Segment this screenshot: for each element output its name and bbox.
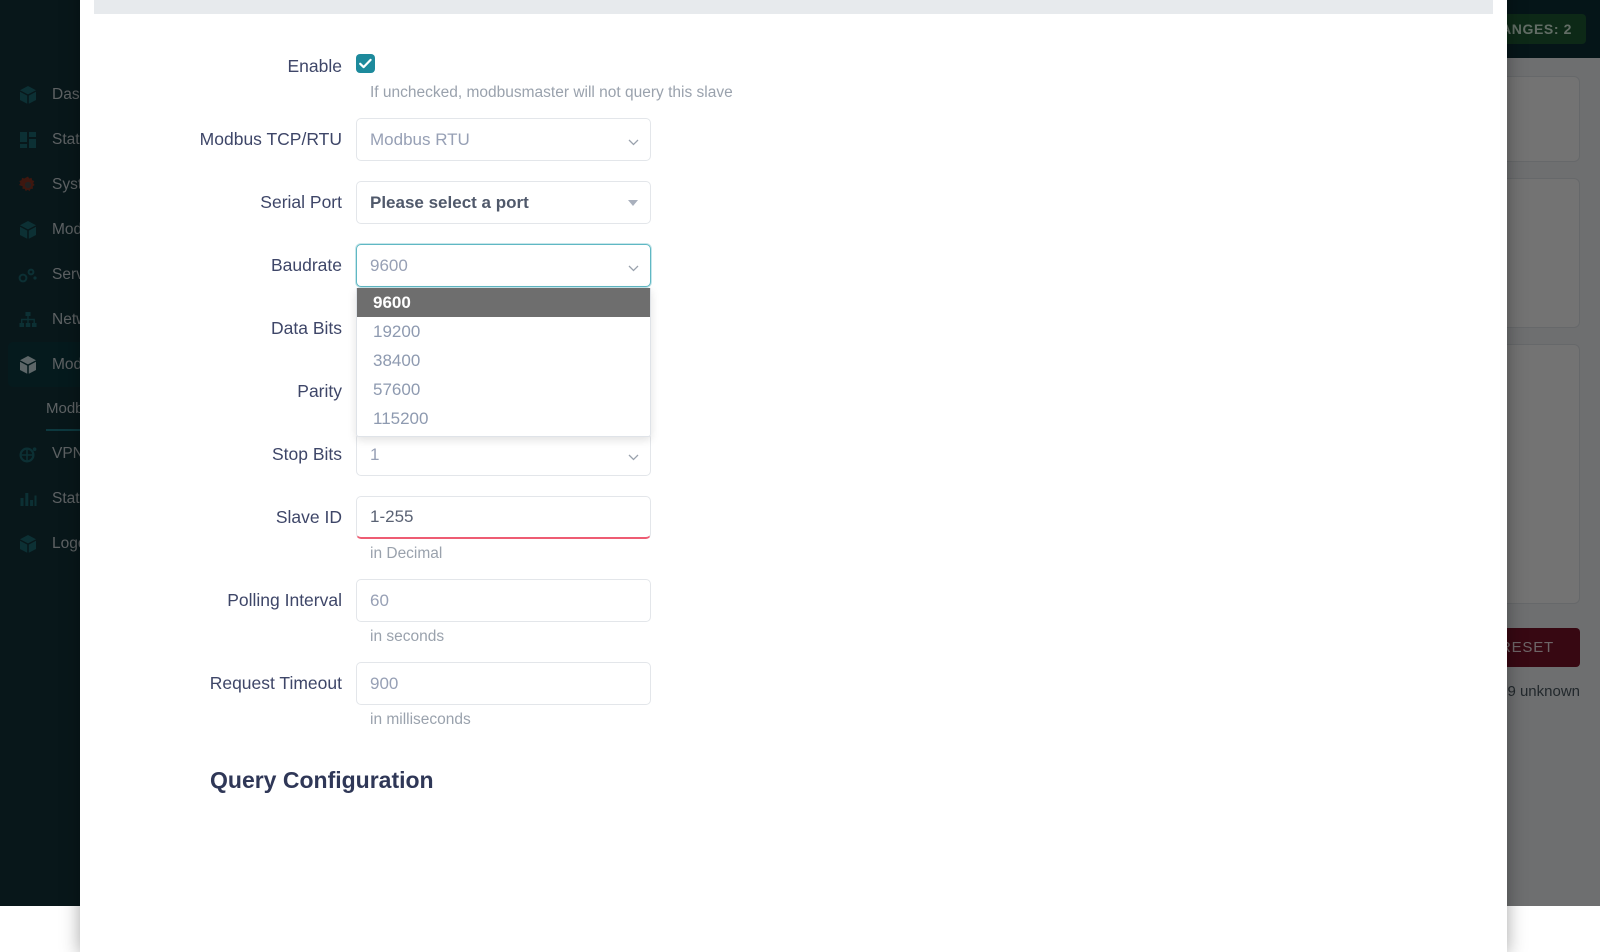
spacer <box>80 480 1507 496</box>
baudrate-field: 9600 9600 19200 38400 57600 115200 <box>356 244 651 287</box>
form-row-slave-id: Slave ID 1-255 <box>80 496 1507 539</box>
baudrate-option[interactable]: 9600 <box>357 288 650 317</box>
form-row-baudrate: Baudrate 9600 9600 19200 38400 57600 115… <box>80 244 1507 287</box>
parity-label: Parity <box>80 381 356 402</box>
form-row-enable: Enable <box>80 54 1507 78</box>
enable-field <box>356 54 651 78</box>
baudrate-select-value: 9600 <box>370 256 408 276</box>
form-row-data-bits: Data Bits <box>80 307 1507 350</box>
stop-bits-label: Stop Bits <box>80 444 356 465</box>
request-timeout-value: 900 <box>370 674 398 694</box>
request-timeout-hint: in milliseconds <box>356 711 1507 729</box>
form-row-request-timeout: Request Timeout 900 <box>80 662 1507 705</box>
enable-checkbox[interactable] <box>356 54 375 73</box>
stop-bits-field: 1 <box>356 433 651 476</box>
form-row-stop-bits: Stop Bits 1 <box>80 433 1507 476</box>
polling-interval-value: 60 <box>370 591 389 611</box>
spacer <box>80 165 1507 181</box>
request-timeout-field: 900 <box>356 662 651 705</box>
slave-id-hint: in Decimal <box>356 545 1507 563</box>
polling-interval-field: 60 <box>356 579 651 622</box>
spacer <box>80 417 1507 433</box>
modal-body: Enable If unchecked, modbusmaster will n… <box>80 14 1507 794</box>
mode-label: Modbus TCP/RTU <box>80 129 356 150</box>
enable-label: Enable <box>80 56 356 77</box>
form-row-serial-port: Serial Port Please select a port <box>80 181 1507 224</box>
serial-port-field: Please select a port <box>356 181 651 224</box>
form-row-polling-interval: Polling Interval 60 <box>80 579 1507 622</box>
enable-hint: If unchecked, modbusmaster will not quer… <box>356 84 1507 102</box>
slave-id-field: 1-255 <box>356 496 651 539</box>
baudrate-options-listbox[interactable]: 9600 19200 38400 57600 115200 <box>356 288 651 437</box>
modal-header-bar <box>94 0 1493 14</box>
baudrate-option[interactable]: 57600 <box>357 375 650 404</box>
stop-bits-select[interactable]: 1 <box>356 433 651 476</box>
slave-id-label: Slave ID <box>80 507 356 528</box>
polling-interval-input[interactable]: 60 <box>356 579 651 622</box>
polling-interval-hint: in seconds <box>356 628 1507 646</box>
form-row-parity: Parity <box>80 370 1507 413</box>
request-timeout-input[interactable]: 900 <box>356 662 651 705</box>
stop-bits-value: 1 <box>370 445 379 465</box>
baudrate-label: Baudrate <box>80 255 356 276</box>
slave-id-input[interactable]: 1-255 <box>356 496 651 539</box>
slave-id-value: 1-255 <box>370 507 413 527</box>
baudrate-option[interactable]: 38400 <box>357 346 650 375</box>
polling-interval-label: Polling Interval <box>80 590 356 611</box>
mode-field: Modbus RTU <box>356 118 651 161</box>
spacer <box>80 354 1507 370</box>
spacer <box>80 228 1507 244</box>
serial-port-label: Serial Port <box>80 192 356 213</box>
baudrate-option[interactable]: 115200 <box>357 404 650 433</box>
form-row-mode: Modbus TCP/RTU Modbus RTU <box>80 118 1507 161</box>
mode-select-value: Modbus RTU <box>370 130 470 150</box>
serial-port-value: Please select a port <box>370 193 529 213</box>
baudrate-option[interactable]: 19200 <box>357 317 650 346</box>
request-timeout-label: Request Timeout <box>80 673 356 694</box>
section-heading-query-configuration: Query Configuration <box>210 767 1507 794</box>
data-bits-label: Data Bits <box>80 318 356 339</box>
slave-configuration-modal: Enable If unchecked, modbusmaster will n… <box>80 0 1507 952</box>
serial-port-dropdown[interactable]: Please select a port <box>356 181 651 224</box>
spacer <box>80 291 1507 307</box>
mode-select[interactable]: Modbus RTU <box>356 118 651 161</box>
baudrate-select[interactable]: 9600 <box>356 244 651 287</box>
